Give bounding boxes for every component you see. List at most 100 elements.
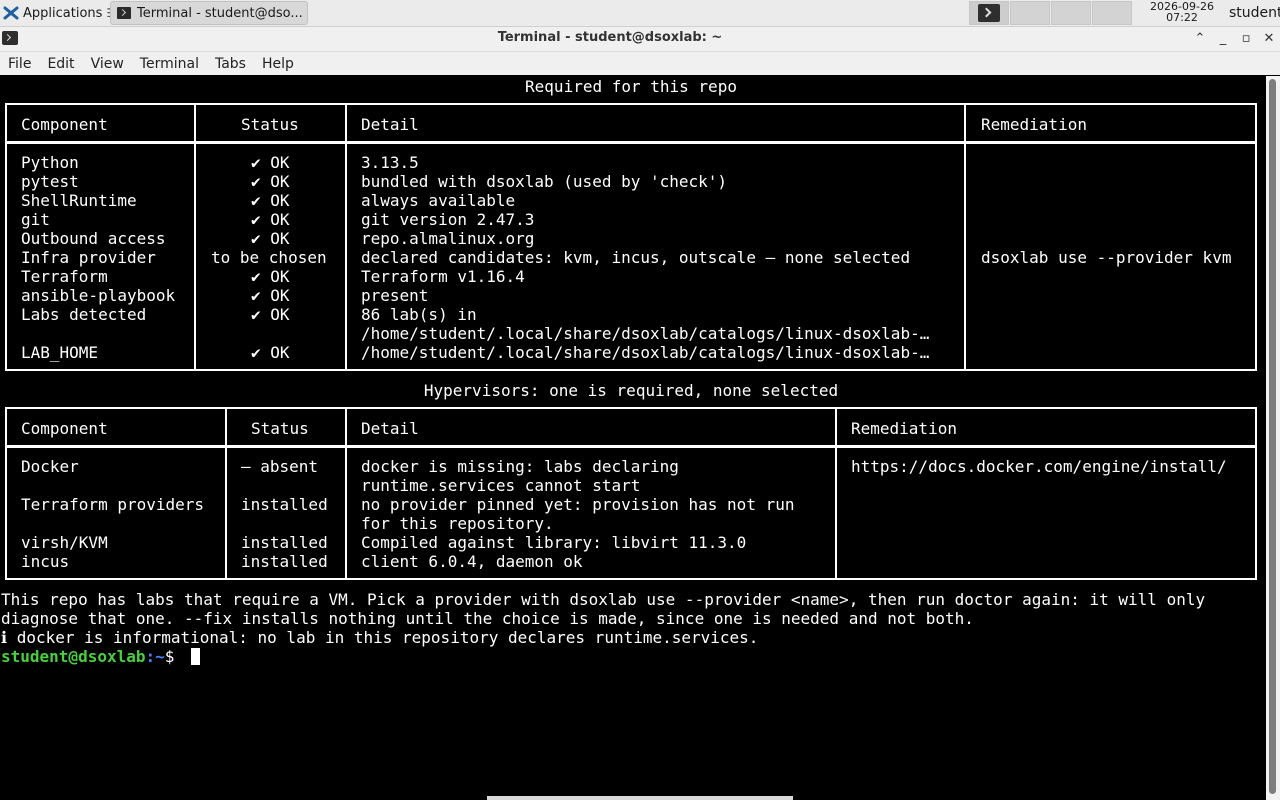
window-titlebar[interactable]: Terminal - student@dsoxlab: ~ ⌃ _ ▫ ✕ [0, 27, 1280, 52]
required-section-title: Required for this repo [525, 77, 737, 96]
table-cell-detail: bundled with dsoxlab (used by 'check') [361, 172, 728, 191]
xfce-logo-icon [3, 6, 19, 20]
workspace-1[interactable] [969, 1, 1009, 25]
column-header: Detail [361, 419, 419, 438]
table-cell-status: ✔ OK [251, 267, 290, 286]
table-cell-component: Terraform [21, 267, 108, 286]
table-cell-component: Docker [21, 457, 79, 476]
table-cell-status: ✔ OK [251, 286, 290, 305]
table-cell-component: Infra provider [21, 248, 156, 267]
table-cell-component: ShellRuntime [21, 191, 137, 210]
close-button[interactable]: ✕ [1259, 29, 1279, 49]
menu-tabs[interactable]: Tabs [207, 56, 254, 72]
workspace-2[interactable] [1010, 1, 1050, 25]
table-cell-detail: 86 lab(s) in [361, 305, 477, 324]
text-cursor [191, 648, 200, 665]
terminal-output[interactable]: Required for this repo Component Status … [0, 76, 1266, 800]
table-cell-detail-continued: runtime.services cannot start [361, 476, 641, 495]
table-divider [5, 141, 1257, 144]
workspace-switcher [969, 1, 1132, 25]
column-header: Component [21, 419, 108, 438]
table-divider [345, 407, 347, 580]
table-cell-component: Labs detected [21, 305, 147, 324]
menu-bar: File Edit View Terminal Tabs Help [0, 52, 1280, 75]
table-divider [345, 103, 347, 371]
table-cell-status: ✔ OK [251, 172, 290, 191]
table-cell-status: installed [241, 552, 328, 571]
clock-time: 07:22 [1166, 11, 1198, 24]
prompt-symbol: $ [164, 647, 185, 666]
table-cell-detail-continued: for this repository. [361, 514, 554, 533]
table-cell-status: ✔ OK [251, 210, 290, 229]
table-divider [964, 103, 966, 371]
message-line: diagnose that one. --fix installs nothin… [1, 609, 974, 628]
terminal-icon [978, 4, 1000, 22]
table-divider [194, 103, 196, 371]
table-cell-component: virsh/KVM [21, 533, 108, 552]
menu-terminal[interactable]: Terminal [132, 56, 207, 72]
table-cell-component: Python [21, 153, 79, 172]
message-line: This repo has labs that require a VM. Pi… [1, 590, 1206, 609]
table-cell-component: git [21, 210, 50, 229]
prompt-user-host: student@dsoxlab [1, 647, 146, 666]
resize-handle[interactable] [487, 796, 793, 800]
table-cell-detail: client 6.0.4, daemon ok [361, 552, 583, 571]
menu-file[interactable]: File [0, 56, 39, 72]
table-divider [835, 407, 837, 580]
table-cell-component: incus [21, 552, 70, 571]
minimize-button[interactable]: _ [1213, 29, 1233, 49]
table-cell-status: ✔ OK [251, 191, 290, 210]
table-cell-status: ✔ OK [251, 229, 290, 248]
top-panel: Applications ☰ Terminal - student@dso...… [0, 0, 1280, 27]
workspace-4[interactable] [1092, 1, 1132, 25]
vertical-scrollbar[interactable] [1266, 76, 1280, 800]
prompt-path: :~ [145, 647, 165, 666]
window-title: Terminal - student@dsoxlab: ~ [497, 30, 723, 45]
scrollbar-thumb[interactable] [1269, 79, 1276, 794]
applications-label: Applications [23, 5, 103, 21]
workspace-3[interactable] [1051, 1, 1091, 25]
table-cell-detail: Compiled against library: libvirt 11.3.0 [361, 533, 747, 552]
table-cell-component: ansible-playbook [21, 286, 176, 305]
column-header: Status [241, 115, 299, 134]
taskbar-terminal-button[interactable]: Terminal - student@dso... [110, 1, 308, 25]
table-cell-remediation: dsoxlab use --provider kvm [981, 248, 1232, 267]
table-cell-detail: declared candidates: kvm, incus, outscal… [361, 248, 911, 267]
table-cell-detail: docker is missing: labs declaring [361, 457, 679, 476]
table-cell-detail: git version 2.47.3 [361, 210, 535, 229]
table-cell-component: Outbound access [21, 229, 166, 248]
hypervisors-section-title: Hypervisors: one is required, none selec… [423, 381, 839, 400]
table-cell-detail-continued: /home/student/.local/share/dsoxlab/catal… [361, 324, 930, 343]
menu-edit[interactable]: Edit [39, 56, 82, 72]
table-cell-status: to be chosen [211, 248, 327, 267]
shade-button[interactable]: ⌃ [1190, 29, 1210, 49]
column-header: Detail [361, 115, 419, 134]
table-cell-component: LAB_HOME [21, 343, 99, 362]
message-line: ℹ docker is informational: no lab in thi… [1, 628, 759, 647]
applications-menu[interactable]: Applications ☰ [0, 0, 117, 26]
table-cell-status: installed [241, 533, 328, 552]
terminal-icon [117, 7, 131, 19]
table-cell-component: Terraform providers [21, 495, 205, 514]
column-header: Remediation [981, 115, 1087, 134]
table-cell-component: pytest [21, 172, 79, 191]
table-cell-detail: /home/student/.local/share/dsoxlab/catal… [361, 343, 930, 362]
table-cell-detail: present [361, 286, 429, 305]
column-header: Remediation [851, 419, 957, 438]
menu-help[interactable]: Help [254, 56, 302, 72]
menu-view[interactable]: View [83, 56, 132, 72]
table-cell-detail: no provider pinned yet: provision has no… [361, 495, 795, 514]
user-menu[interactable]: student [1229, 5, 1280, 21]
maximize-button[interactable]: ▫ [1236, 29, 1256, 49]
column-header: Component [21, 115, 108, 134]
table-cell-detail: always available [361, 191, 516, 210]
table-cell-detail: repo.almalinux.org [361, 229, 535, 248]
table-cell-remediation: https://docs.docker.com/engine/install/ [851, 457, 1227, 476]
table-cell-status: ✔ OK [251, 343, 290, 362]
table-divider [225, 407, 227, 580]
table-cell-status: — absent [241, 457, 319, 476]
table-divider [5, 445, 1257, 448]
clock[interactable]: 2026-09-26 07:22 [1140, 1, 1224, 23]
shell-prompt[interactable]: student@dsoxlab:~$ [1, 647, 184, 666]
column-header: Status [251, 419, 309, 438]
